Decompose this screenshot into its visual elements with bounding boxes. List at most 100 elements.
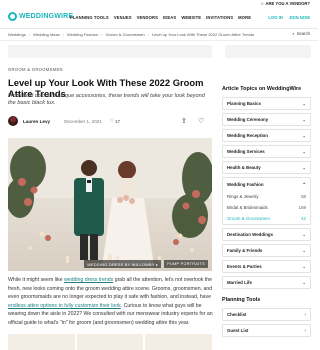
subtopic-count: 42 (301, 216, 306, 221)
author-avatar[interactable] (8, 116, 18, 126)
photo-credits: WEDDING DRESS BY WILLOWBY ▸ PUMP PORTRAI… (8, 260, 212, 268)
thumbnail[interactable] (145, 334, 213, 350)
sidebar: Article Topics on WeddingWire Planning B… (222, 86, 311, 340)
nav-ideas[interactable]: IDEAS (163, 15, 176, 20)
top-utility-bar: ⌂ ARE YOU A VENDOR? (0, 0, 318, 9)
breadcrumb-item[interactable]: Wedding Ideas (33, 32, 60, 37)
chevron-down-icon: ⌄ (302, 280, 306, 285)
topic-destination-weddings[interactable]: Destination Weddings ⌄ (222, 228, 311, 241)
topic-family-friends[interactable]: Family & Friends ⌄ (222, 244, 311, 257)
thumbnail[interactable] (8, 334, 75, 350)
ad-banner-left (8, 45, 212, 58)
chevron-down-icon: ⌄ (302, 248, 306, 253)
vendor-link-label: ARE YOU A VENDOR? (265, 1, 310, 6)
vendor-icon: ⌂ (260, 1, 264, 6)
subtopic-bridal-bridesmaids[interactable]: Bridal & Bridesmaids 169 (223, 202, 310, 213)
nav-vendors[interactable]: VENDORS (137, 15, 158, 20)
chevron-up-icon: ⌃ (302, 181, 306, 187)
site-header: WEDDINGWIRE PLANNING TOOLS VENUES VENDOR… (0, 9, 318, 27)
planning-label: Checklist (227, 312, 247, 317)
breadcrumb-divider (0, 40, 318, 41)
login-link[interactable]: LOG IN (268, 15, 282, 20)
publish-date: December 1, 2021 (64, 118, 102, 124)
topic-label: Health & Beauty (227, 165, 261, 170)
search-label: Search (296, 31, 310, 36)
topic-label: Wedding Services (227, 149, 265, 154)
attire-options-link[interactable]: endless attire options to fully customiz… (8, 303, 121, 309)
thumbnail[interactable] (76, 334, 144, 350)
planning-guest-list[interactable]: Guest List › (222, 324, 311, 337)
search-icon: ⌕ (292, 31, 295, 36)
topic-label: Wedding Ceremony (227, 117, 269, 122)
header-divider (0, 28, 318, 29)
chevron-right-icon: › (304, 312, 306, 317)
photo-credit[interactable]: WEDDING DRESS BY WILLOWBY ▸ (84, 260, 162, 268)
likes-count[interactable]: ♡ 17 (110, 118, 120, 124)
topic-wedding-services[interactable]: Wedding Services ⌄ (222, 145, 311, 158)
breadcrumb-separator: › (62, 32, 65, 37)
subtopic-rings-jewelry[interactable]: Rings & Jewelry 58 (223, 191, 310, 202)
chevron-down-icon: ⌄ (302, 149, 306, 154)
save-heart-icon[interactable]: ♡ (198, 117, 204, 125)
nav-website[interactable]: WEBSITE (181, 15, 201, 20)
nav-planning-tools[interactable]: PLANNING TOOLS (70, 15, 109, 20)
breadcrumb-item[interactable]: Wedding Fashion (67, 32, 98, 37)
wedding-couple-photo (8, 138, 212, 271)
topic-label: Wedding Reception (227, 133, 268, 138)
heart-outline-icon: ♡ (109, 118, 114, 123)
nav-invitations[interactable]: INVITATIONS (206, 15, 233, 20)
join-link[interactable]: JOIN NOW (289, 15, 310, 20)
planning-tools-title: Planning Tools (222, 297, 261, 303)
article-category[interactable]: GROOM & GROOMSMEN (8, 67, 63, 72)
planning-label: Guest List (227, 328, 249, 333)
subtopic-groom-groomsmen[interactable]: Groom & Groomsmen 42 (223, 213, 310, 224)
subtopic-label: Rings & Jewelry (227, 194, 259, 199)
breadcrumb-item[interactable]: Weddings (8, 32, 26, 37)
topic-wedding-fashion-header[interactable]: Wedding Fashion ⌃ (223, 178, 310, 191)
topic-wedding-ceremony[interactable]: Wedding Ceremony ⌄ (222, 113, 311, 126)
breadcrumb-current: Level up Your Look With These 2022 Groom… (151, 32, 255, 37)
subtopic-count: 58 (301, 194, 306, 199)
sidebar-title: Article Topics on WeddingWire (222, 86, 302, 92)
hero-photo (8, 138, 212, 271)
body-text: While it might seem like (8, 277, 64, 283)
article-subtitle: From bold colors to unique accessories, … (8, 93, 205, 107)
breadcrumb: Weddings › Wedding Ideas › Wedding Fashi… (8, 32, 254, 37)
topic-wedding-fashion: Wedding Fashion ⌃ Rings & Jewelry 58 Bri… (222, 177, 311, 225)
logo[interactable]: WEDDINGWIRE (8, 12, 73, 21)
topic-label: Planning Basics (227, 101, 261, 106)
planning-checklist[interactable]: Checklist › (222, 308, 311, 321)
photo-credit[interactable]: PUMP PORTRAITS (164, 260, 208, 268)
chevron-down-icon: ⌄ (302, 117, 306, 122)
main-nav: PLANNING TOOLS VENUES VENDORS IDEAS WEBS… (70, 15, 251, 20)
next-images-strip (8, 334, 213, 350)
breadcrumb-separator: › (28, 32, 31, 37)
chevron-right-icon: › (304, 328, 306, 333)
topic-label: Events & Parties (227, 264, 262, 269)
byline: Lauren Levy December 1, 2021 ♡ 17 (8, 116, 120, 126)
topic-label: Destination Weddings (227, 232, 274, 237)
logo-text: WEDDINGWIRE (19, 13, 74, 20)
chevron-down-icon: ⌄ (302, 165, 306, 170)
breadcrumb-item[interactable]: Groom & Groomsmen (105, 32, 144, 37)
search-button[interactable]: ⌕ Search (292, 31, 310, 36)
chevron-down-icon: ⌄ (302, 264, 306, 269)
chevron-down-icon: ⌄ (302, 101, 306, 106)
subtopic-count: 169 (298, 205, 306, 210)
author-name[interactable]: Lauren Levy (23, 119, 50, 124)
topic-events-parties[interactable]: Events & Parties ⌄ (222, 260, 311, 273)
topic-married-life[interactable]: Married Life ⌄ (222, 276, 311, 289)
wedding-dress-trends-link[interactable]: wedding dress trends (64, 277, 113, 283)
nav-venues[interactable]: VENUES (114, 15, 132, 20)
topic-wedding-reception[interactable]: Wedding Reception ⌄ (222, 129, 311, 142)
share-icon[interactable]: ⇪ (181, 117, 187, 125)
topic-label: Wedding Fashion (227, 182, 264, 187)
topic-planning-basics[interactable]: Planning Basics ⌄ (222, 97, 311, 110)
chevron-down-icon: ⌄ (302, 232, 306, 237)
topic-health-beauty[interactable]: Health & Beauty ⌄ (222, 161, 311, 174)
nav-more[interactable]: MORE (238, 15, 251, 20)
topic-label: Married Life (227, 280, 252, 285)
vendor-link[interactable]: ⌂ ARE YOU A VENDOR? (261, 1, 310, 6)
logo-mark-icon (8, 12, 17, 21)
breadcrumb-separator: › (147, 32, 149, 37)
